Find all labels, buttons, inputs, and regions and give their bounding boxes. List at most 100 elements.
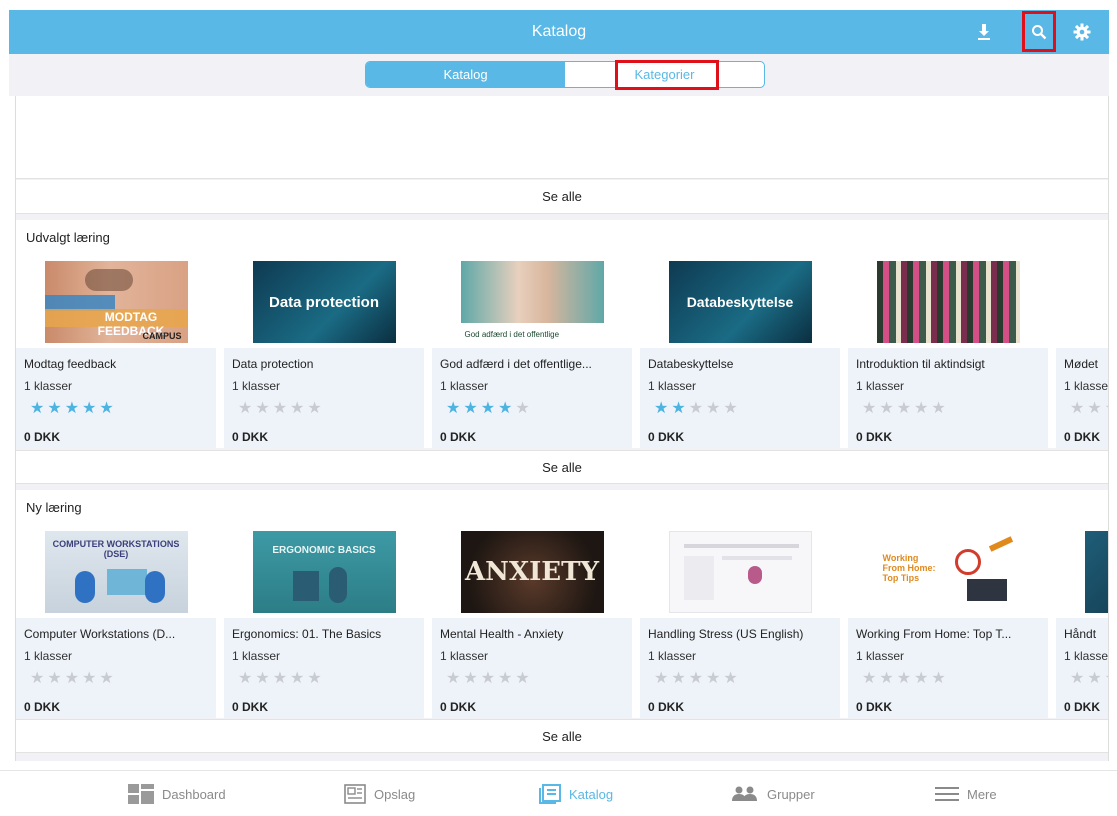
course-title: Computer Workstations (D... <box>24 627 176 641</box>
course-title: Håndt <box>1064 627 1097 641</box>
dashboard-icon <box>128 784 154 804</box>
course-card[interactable]: Introduktion til aktindsigt 1 klasser ★★… <box>848 256 1048 448</box>
course-price: 0 DKK <box>648 700 685 714</box>
nav-label: Katalog <box>569 786 614 802</box>
download-icon <box>978 24 990 40</box>
course-title: God adfærd i det offentlige... <box>440 357 592 371</box>
see-all-banner-link[interactable]: Se alle <box>16 180 1108 214</box>
course-price: 0 DKK <box>1064 430 1101 444</box>
thumb-text: Data protection <box>268 293 379 311</box>
course-thumbnail <box>640 526 840 618</box>
nav-label: Mere <box>967 786 997 802</box>
course-title: Ergonomics: 01. The Basics <box>232 627 382 641</box>
thumb-text: God adfærd i det offentlige <box>464 330 560 339</box>
settings-button[interactable] <box>1069 10 1095 54</box>
course-title: Databeskyttelse <box>648 357 734 371</box>
course-price: 0 DKK <box>232 430 269 444</box>
groups-icon <box>732 786 757 801</box>
course-card[interactable]: MODTAG FEEDBACK CAMPUS Modtag feedback 1… <box>16 256 216 448</box>
download-button[interactable] <box>971 10 997 54</box>
nav-label: Opslag <box>374 786 416 802</box>
course-thumbnail: God adfærd i det offentlige <box>432 256 632 348</box>
rating-stars: ★★★★★ <box>862 670 949 687</box>
course-card[interactable]: Working From Home: Top Tips Working From… <box>848 526 1048 718</box>
rating-stars: ★★★★★ <box>446 670 533 687</box>
thumb-caption: CAMPUS <box>142 331 182 341</box>
nav-katalog[interactable]: Katalog <box>539 771 613 816</box>
course-card[interactable]: ANXIETY Mental Health - Anxiety 1 klasse… <box>432 526 632 718</box>
see-all-featured-link[interactable]: Se alle <box>16 450 1108 484</box>
course-classes: 1 klasser <box>440 649 489 663</box>
course-price: 0 DKK <box>24 700 61 714</box>
course-price: 0 DKK <box>856 700 893 714</box>
course-title: Working From Home: Top T... <box>856 627 1012 641</box>
tab-katalog[interactable]: Katalog <box>366 62 565 87</box>
nav-label: Dashboard <box>162 786 226 802</box>
thumb-text: ANXIETY <box>465 557 599 587</box>
course-thumbnail: ERGONOMIC BASICS <box>224 526 424 618</box>
course-thumbnail: ANXIETY <box>432 526 632 618</box>
course-title: Mental Health - Anxiety <box>440 627 564 641</box>
course-card[interactable]: ERGONOMIC BASICS Ergonomics: 01. The Bas… <box>224 526 424 718</box>
course-price: 0 DKK <box>24 430 61 444</box>
course-title: Mødet <box>1064 357 1099 371</box>
nav-opslag[interactable]: Opslag <box>344 771 415 816</box>
thumb-text: ERGONOMIC BASICS <box>272 545 376 556</box>
course-classes: 1 klasser <box>232 649 281 663</box>
see-all-new-link[interactable]: Se alle <box>16 719 1108 753</box>
thumb-text: COMPUTER WORKSTATIONS (DSE) <box>52 539 180 559</box>
search-icon <box>1032 24 1047 39</box>
banner-area <box>16 96 1108 179</box>
course-price: 0 DKK <box>1064 700 1101 714</box>
course-card[interactable]: Handling Stress (US English) 1 klasser ★… <box>640 526 840 718</box>
course-card[interactable]: Databeskyttelse Databeskyttelse 1 klasse… <box>640 256 840 448</box>
catalog-content: Se alle Udvalgt læring MODTAG FEEDBACK C… <box>15 96 1109 761</box>
menu-icon <box>935 787 959 801</box>
course-classes: 1 klasser <box>1064 649 1109 663</box>
nav-dashboard[interactable]: Dashboard <box>128 771 226 816</box>
rating-stars: ★★★★★ <box>1070 400 1108 417</box>
course-card[interactable]: Mødet 1 klasser ★★★★★ 0 DKK <box>1056 256 1109 448</box>
course-title: Introduktion til aktindsigt <box>856 357 985 371</box>
course-title: Handling Stress (US English) <box>648 627 804 641</box>
gear-icon <box>1073 23 1091 41</box>
nav-mere[interactable]: Mere <box>935 771 997 816</box>
course-card[interactable]: COMPUTER WORKSTATIONS (DSE) Computer Wor… <box>16 526 216 718</box>
new-learning-carousel: COMPUTER WORKSTATIONS (DSE) Computer Wor… <box>16 526 1108 718</box>
rating-stars: ★★★★★ <box>862 400 949 417</box>
course-classes: 1 klasser <box>24 649 73 663</box>
course-classes: 1 klasser <box>648 649 697 663</box>
course-classes: 1 klasser <box>440 379 489 393</box>
rating-stars: ★★★★★ <box>1070 670 1108 687</box>
rating-stars: ★★★★★ <box>654 670 741 687</box>
course-price: 0 DKK <box>232 700 269 714</box>
course-thumbnail <box>1056 256 1108 348</box>
segmented-control: Katalog Kategorier <box>365 61 765 88</box>
tab-kategorier[interactable]: Kategorier <box>565 62 764 87</box>
page-title: Katalog <box>531 23 587 40</box>
course-thumbnail: MODTAG FEEDBACK CAMPUS <box>16 256 216 348</box>
course-thumbnail <box>1056 526 1108 618</box>
search-button[interactable] <box>1022 11 1056 52</box>
section-title-featured: Udvalgt læring <box>16 220 1108 256</box>
course-thumbnail: Databeskyttelse <box>640 256 840 348</box>
bottom-tab-bar: Dashboard Opslag Katalog Grupper Mere <box>0 770 1117 816</box>
nav-grupper[interactable]: Grupper <box>731 771 815 816</box>
catalog-icon <box>539 784 561 804</box>
rating-stars: ★★★★★ <box>30 400 117 417</box>
board-icon <box>344 784 366 804</box>
course-title: Modtag feedback <box>24 357 117 371</box>
course-card[interactable]: Data protection Data protection 1 klasse… <box>224 256 424 448</box>
featured-carousel: MODTAG FEEDBACK CAMPUS Modtag feedback 1… <box>16 256 1108 448</box>
rating-stars: ★★★★★ <box>446 400 533 417</box>
course-classes: 1 klasser <box>1064 379 1109 393</box>
rating-stars: ★★★★★ <box>238 400 325 417</box>
course-thumbnail: Data protection <box>224 256 424 348</box>
rating-stars: ★★★★★ <box>654 400 741 417</box>
section-title-new: Ny læring <box>16 490 1108 526</box>
course-thumbnail <box>848 256 1048 348</box>
course-price: 0 DKK <box>856 430 893 444</box>
course-card[interactable]: Håndt 1 klasser ★★★★★ 0 DKK <box>1056 526 1109 718</box>
course-price: 0 DKK <box>440 700 477 714</box>
course-card[interactable]: God adfærd i det offentlige God adfærd i… <box>432 256 632 448</box>
